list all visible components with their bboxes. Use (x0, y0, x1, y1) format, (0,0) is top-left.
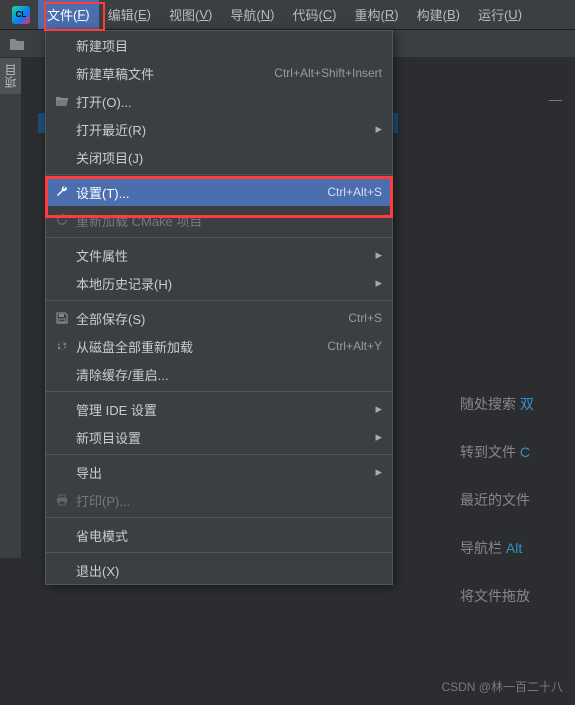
menu-e[interactable]: 编辑(E) (99, 0, 160, 29)
menubar: CL 文件(F)编辑(E)视图(V)导航(N)代码(C)重构(R)构建(B)运行… (0, 0, 575, 30)
menu-item-0[interactable]: 新建项目 (46, 31, 392, 59)
welcome-hints: 随处搜索 双转到文件 C最近的文件导航栏 Alt将文件拖放 (460, 380, 575, 620)
menu-separator (46, 517, 392, 518)
menu-item-label: 从磁盘全部重新加载 (76, 337, 317, 356)
welcome-hint-text: 将文件拖放 (460, 588, 530, 604)
welcome-hint-shortcut: 双 (520, 396, 534, 412)
submenu-arrow-icon: ▸ (375, 401, 382, 417)
welcome-hint-text: 转到文件 (460, 444, 520, 460)
menu-item-label: 本地历史记录(H) (76, 274, 367, 293)
welcome-hint-row: 转到文件 C (460, 428, 575, 476)
menu-item-6[interactable]: 设置(T)... Ctrl+Alt+S (46, 178, 392, 206)
menu-item-19[interactable]: 导出 ▸ (46, 458, 392, 486)
menu-u[interactable]: 运行(U) (469, 0, 531, 29)
menu-item-shortcut: Ctrl+S (348, 311, 382, 325)
project-tool-tab[interactable]: 项目 (0, 58, 21, 94)
print-icon (52, 493, 72, 507)
menu-separator (46, 300, 392, 301)
menu-item-shortcut: Ctrl+Alt+S (327, 185, 382, 199)
menu-item-label: 管理 IDE 设置 (76, 400, 367, 419)
menu-item-2[interactable]: 打开(O)... (46, 87, 392, 115)
menu-b[interactable]: 构建(B) (408, 0, 469, 29)
menu-separator (46, 237, 392, 238)
menu-item-20: 打印(P)... (46, 486, 392, 514)
welcome-hint-shortcut: C (520, 444, 530, 460)
submenu-arrow-icon: ▸ (375, 464, 382, 480)
menu-item-label: 打开最近(R) (76, 120, 367, 139)
menu-item-shortcut: Ctrl+Alt+Y (327, 339, 382, 353)
menu-item-4[interactable]: 关闭项目(J) (46, 143, 392, 171)
menu-item-label: 关闭项目(J) (76, 148, 382, 167)
welcome-hint-text: 最近的文件 (460, 492, 530, 508)
menu-item-label: 新建草稿文件 (76, 64, 264, 83)
menu-c[interactable]: 代码(C) (283, 0, 345, 29)
welcome-hint-text: 随处搜索 (460, 396, 520, 412)
menu-item-13[interactable]: 从磁盘全部重新加载 Ctrl+Alt+Y (46, 332, 392, 360)
welcome-hint-row: 随处搜索 双 (460, 380, 575, 428)
menu-item-12[interactable]: 全部保存(S) Ctrl+S (46, 304, 392, 332)
menu-item-7: 重新加载 CMake 项目 (46, 206, 392, 234)
menu-item-label: 设置(T)... (76, 183, 317, 202)
menu-item-label: 打印(P)... (76, 491, 382, 510)
menu-separator (46, 391, 392, 392)
menu-item-label: 新建项目 (76, 36, 382, 55)
watermark: CSDN @林一百二十八 (441, 678, 563, 695)
submenu-arrow-icon: ▸ (375, 247, 382, 263)
clion-logo-icon: CL (12, 6, 30, 24)
save-icon (52, 311, 72, 325)
submenu-arrow-icon: ▸ (375, 121, 382, 137)
folder-icon[interactable] (6, 33, 28, 55)
menu-item-label: 省电模式 (76, 526, 382, 545)
menu-item-14[interactable]: 清除缓存/重启... (46, 360, 392, 388)
menu-separator (46, 552, 392, 553)
welcome-hint-row: 导航栏 Alt (460, 524, 575, 572)
menu-n[interactable]: 导航(N) (221, 0, 283, 29)
menu-item-label: 新项目设置 (76, 428, 367, 447)
menu-item-3[interactable]: 打开最近(R) ▸ (46, 115, 392, 143)
file-menu-dropdown: 新建项目新建草稿文件 Ctrl+Alt+Shift+Insert 打开(O)... 打… (45, 30, 393, 585)
menu-item-shortcut: Ctrl+Alt+Shift+Insert (274, 66, 382, 80)
welcome-hint-row: 最近的文件 (460, 476, 575, 524)
menu-item-9[interactable]: 文件属性 ▸ (46, 241, 392, 269)
menu-item-label: 重新加载 CMake 项目 (76, 211, 382, 230)
menu-item-label: 全部保存(S) (76, 309, 338, 328)
menu-r[interactable]: 重构(R) (346, 0, 408, 29)
folder-open-icon (52, 95, 72, 107)
menu-item-label: 打开(O)... (76, 92, 382, 111)
menu-item-label: 清除缓存/重启... (76, 365, 382, 384)
menu-item-1[interactable]: 新建草稿文件 Ctrl+Alt+Shift+Insert (46, 59, 392, 87)
menu-item-16[interactable]: 管理 IDE 设置 ▸ (46, 395, 392, 423)
app-logo-slot: CL (4, 0, 38, 29)
menu-separator (46, 454, 392, 455)
menu-v[interactable]: 视图(V) (160, 0, 221, 29)
submenu-arrow-icon: ▸ (375, 275, 382, 291)
welcome-hint-row: 将文件拖放 (460, 572, 575, 620)
menu-item-10[interactable]: 本地历史记录(H) ▸ (46, 269, 392, 297)
welcome-hint-shortcut: Alt (506, 540, 522, 556)
menu-separator (46, 174, 392, 175)
project-tool-tab-label: 项目 (4, 64, 18, 88)
reload-icon (52, 339, 72, 353)
menu-item-label: 文件属性 (76, 246, 367, 265)
welcome-hint-text: 导航栏 (460, 540, 506, 556)
wrench-icon (52, 185, 72, 199)
menu-item-label: 导出 (76, 463, 367, 482)
menu-item-label: 退出(X) (76, 561, 382, 580)
refresh-icon (52, 213, 72, 227)
menu-item-24[interactable]: 退出(X) (46, 556, 392, 584)
menu-f[interactable]: 文件(F) (38, 0, 99, 29)
menu-item-17[interactable]: 新项目设置 ▸ (46, 423, 392, 451)
minimize-icon[interactable]: — (549, 92, 565, 107)
submenu-arrow-icon: ▸ (375, 429, 382, 445)
menu-item-22[interactable]: 省电模式 (46, 521, 392, 549)
left-tool-sidebar: 项目 (0, 58, 22, 558)
